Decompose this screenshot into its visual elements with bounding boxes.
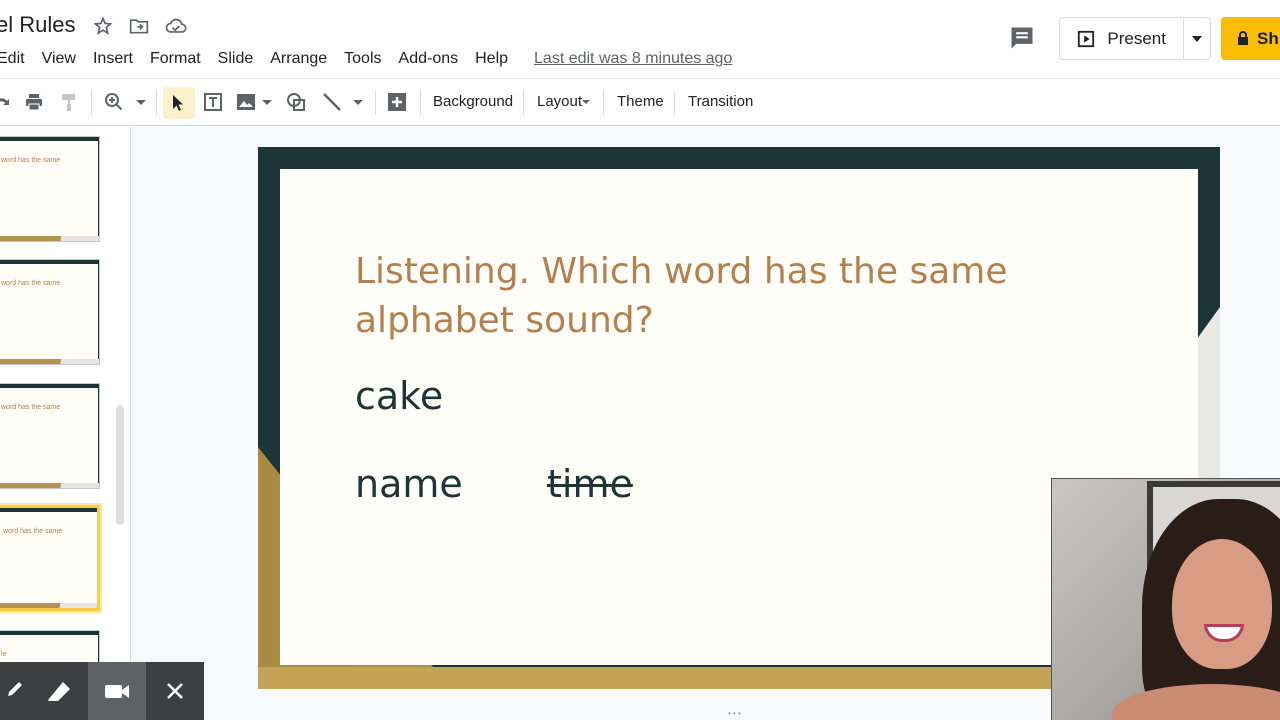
app-header: el Rules Edit View Insert Format Slide A… bbox=[0, 0, 1280, 78]
menu-help[interactable]: Help bbox=[475, 50, 508, 68]
slide-thumbnail-3[interactable]: word has the same bbox=[0, 383, 100, 489]
thumbnail-text: word has the same bbox=[3, 528, 63, 535]
present-button-group: Present bbox=[1059, 17, 1211, 60]
theme-button[interactable]: Theme bbox=[617, 93, 664, 110]
menu-view[interactable]: View bbox=[42, 50, 76, 68]
toolbar: Background Layout Theme Transition bbox=[0, 78, 1280, 126]
chevron-down-icon bbox=[1192, 35, 1203, 42]
word-cake[interactable]: cake bbox=[355, 374, 443, 418]
camera-icon[interactable] bbox=[88, 662, 146, 720]
star-icon[interactable] bbox=[92, 15, 114, 37]
menu-add-ons[interactable]: Add-ons bbox=[399, 50, 459, 68]
recording-toolbar bbox=[0, 662, 204, 720]
thumbnail-bottom-band bbox=[0, 359, 99, 364]
toolbar-separator bbox=[156, 91, 157, 115]
google-slides-window: el Rules Edit View Insert Format Slide A… bbox=[0, 0, 1280, 720]
word-time-crossed[interactable]: time bbox=[547, 462, 633, 506]
menu-slide[interactable]: Slide bbox=[218, 50, 254, 68]
slide-thumbnail-2[interactable]: word has the same bbox=[0, 259, 100, 365]
webcam-video bbox=[1051, 478, 1280, 720]
layout-dropdown-chevron-icon[interactable] bbox=[582, 100, 590, 104]
filmstrip-scrollbar[interactable] bbox=[116, 405, 124, 525]
thumbnail-bottom-band bbox=[0, 483, 99, 488]
word-name[interactable]: name bbox=[355, 462, 463, 506]
redo-icon[interactable] bbox=[0, 90, 14, 114]
thumbnail-text: le bbox=[1, 651, 7, 658]
toolbar-separator bbox=[674, 91, 675, 115]
layout-button[interactable]: Layout bbox=[537, 93, 582, 110]
thumbnail-frame bbox=[0, 384, 99, 488]
toolbar-separator bbox=[523, 91, 524, 115]
present-button[interactable]: Present bbox=[1060, 18, 1185, 59]
thumbnail-text: word has the same bbox=[1, 280, 61, 287]
image-icon[interactable] bbox=[234, 90, 258, 114]
share-button[interactable]: Sh bbox=[1221, 17, 1280, 60]
move-folder-icon[interactable] bbox=[128, 15, 150, 37]
document-title[interactable]: el Rules bbox=[0, 12, 75, 38]
thumbnail-frame bbox=[0, 260, 99, 364]
zoom-dropdown-chevron-icon[interactable] bbox=[136, 100, 146, 105]
shape-icon[interactable] bbox=[284, 90, 308, 114]
present-label: Present bbox=[1107, 28, 1166, 48]
toolbar-separator bbox=[375, 91, 376, 115]
thumbnail-bottom-band bbox=[0, 236, 99, 241]
thumbnail-frame bbox=[0, 137, 99, 241]
last-edit-link[interactable]: Last edit was 8 minutes ago bbox=[534, 50, 732, 68]
thumbnail-frame bbox=[0, 508, 97, 608]
menu-arrange[interactable]: Arrange bbox=[270, 50, 327, 68]
lock-icon bbox=[1238, 31, 1248, 45]
line-dropdown-chevron-icon[interactable] bbox=[353, 100, 363, 105]
slide-thumbnail-4-selected[interactable]: word has the same bbox=[0, 505, 100, 611]
cloud-saved-icon[interactable] bbox=[165, 15, 187, 37]
pen-icon[interactable] bbox=[0, 662, 30, 720]
eraser-icon[interactable] bbox=[30, 662, 88, 720]
new-comment-icon[interactable] bbox=[385, 90, 409, 114]
share-label: Sh bbox=[1257, 28, 1279, 48]
slide-gold-band bbox=[258, 667, 1058, 689]
menu-format[interactable]: Format bbox=[150, 50, 201, 68]
menu-tools[interactable]: Tools bbox=[344, 50, 381, 68]
slide-title[interactable]: Listening. Which word has the same alpha… bbox=[355, 247, 1115, 345]
present-options-dropdown[interactable] bbox=[1184, 18, 1210, 59]
presenter-face bbox=[1172, 539, 1272, 669]
thumbnail-text: word has the same bbox=[1, 157, 61, 164]
menu-insert[interactable]: Insert bbox=[93, 50, 133, 68]
image-dropdown-chevron-icon[interactable] bbox=[262, 100, 272, 105]
toolbar-separator bbox=[603, 91, 604, 115]
select-tool-icon[interactable] bbox=[163, 87, 195, 119]
paint-format-icon[interactable] bbox=[57, 90, 81, 114]
zoom-icon[interactable] bbox=[102, 90, 126, 114]
line-icon[interactable] bbox=[320, 90, 344, 114]
thumbnail-bottom-band bbox=[0, 603, 97, 608]
slide-thumbnail-1[interactable]: word has the same bbox=[0, 136, 100, 242]
comment-history-icon[interactable] bbox=[1008, 24, 1038, 54]
menu-bar: Edit View Insert Format Slide Arrange To… bbox=[0, 48, 732, 70]
text-box-icon[interactable] bbox=[201, 90, 225, 114]
thumbnail-text: word has the same bbox=[1, 404, 61, 411]
presenter-shoulder bbox=[1112, 684, 1280, 720]
close-icon[interactable] bbox=[146, 662, 204, 720]
present-play-icon bbox=[1078, 30, 1095, 47]
toolbar-separator bbox=[91, 91, 92, 115]
slide-filmstrip: word has the same word has the same word… bbox=[0, 127, 131, 720]
menu-edit[interactable]: Edit bbox=[0, 50, 25, 68]
background-button[interactable]: Background bbox=[433, 93, 513, 110]
transition-button[interactable]: Transition bbox=[688, 93, 753, 110]
print-icon[interactable] bbox=[22, 90, 46, 114]
toolbar-separator bbox=[420, 91, 421, 115]
resize-handle-icon[interactable]: • • • bbox=[728, 710, 752, 718]
